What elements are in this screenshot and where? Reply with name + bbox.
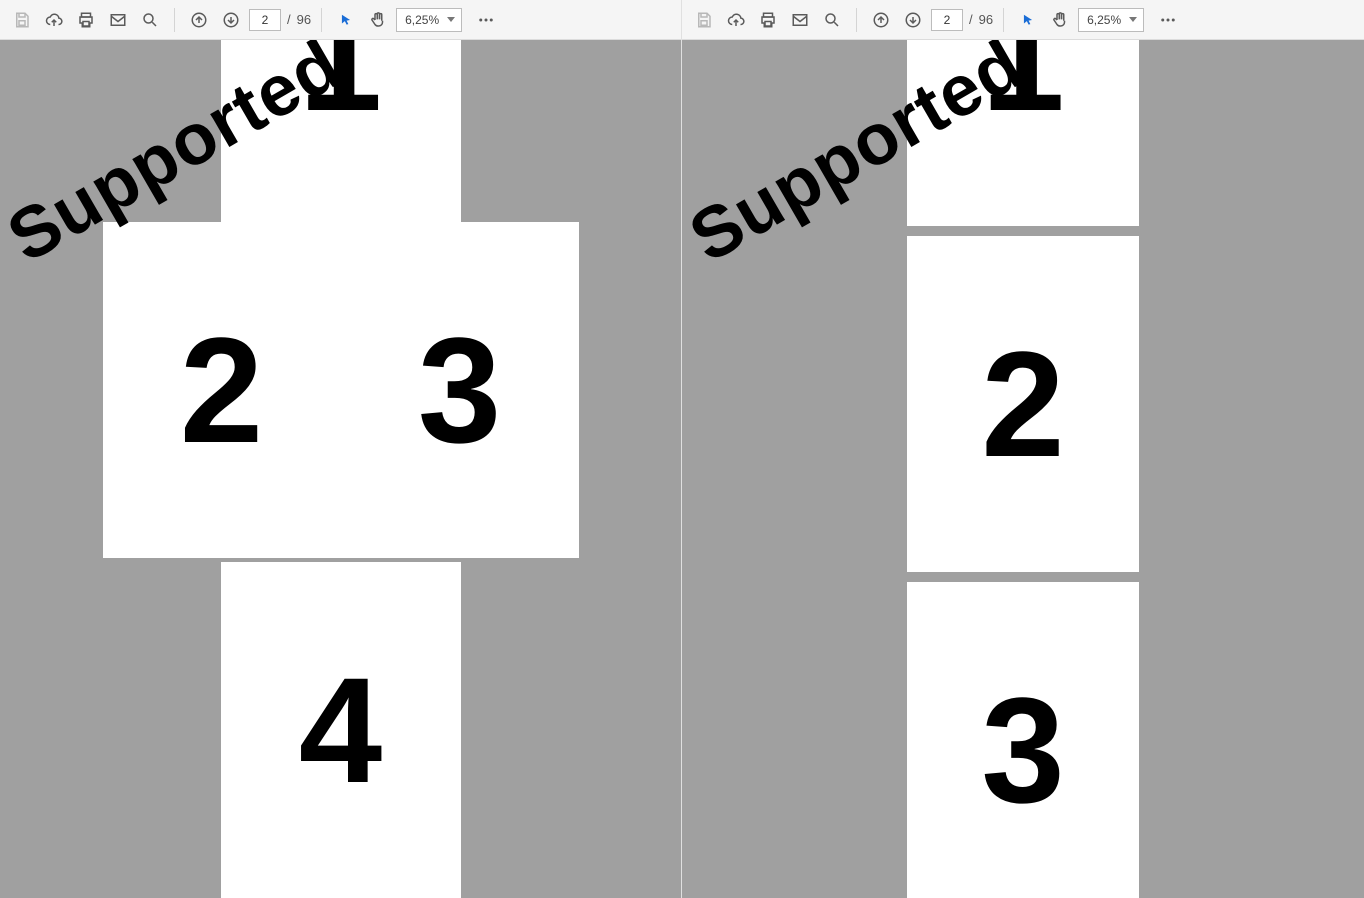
arrow-up-icon bbox=[872, 11, 890, 29]
cursor-icon bbox=[1021, 13, 1035, 27]
upload-button[interactable] bbox=[40, 6, 68, 34]
arrow-down-icon bbox=[904, 11, 922, 29]
toolbar-separator bbox=[174, 8, 175, 32]
page-thumbnail-spread: 2 3 bbox=[103, 222, 579, 558]
ellipsis-icon bbox=[1159, 11, 1177, 29]
page-content: 3 bbox=[418, 315, 501, 465]
save-icon bbox=[13, 11, 31, 29]
search-icon bbox=[141, 11, 159, 29]
page-input[interactable] bbox=[931, 9, 963, 31]
zoom-dropdown[interactable]: 6,25% bbox=[1078, 8, 1144, 32]
split-container: / 96 6,25% 1 bbox=[0, 0, 1364, 898]
print-icon bbox=[759, 11, 777, 29]
page-content: 2 bbox=[981, 329, 1064, 479]
cursor-icon bbox=[339, 13, 353, 27]
pages-stack: 1 2 3 4 bbox=[0, 40, 681, 898]
cloud-upload-icon bbox=[45, 11, 63, 29]
page-thumbnail: 3 bbox=[907, 582, 1139, 898]
page-separator: / bbox=[287, 12, 291, 27]
document-canvas[interactable]: 1 2 3 Supported bbox=[682, 40, 1364, 898]
save-button bbox=[8, 6, 36, 34]
mail-icon bbox=[109, 11, 127, 29]
toolbar-separator bbox=[1003, 8, 1004, 32]
page-thumbnail: 1 bbox=[221, 40, 461, 226]
page-total: 96 bbox=[979, 12, 993, 27]
page-thumbnail: 2 bbox=[907, 236, 1139, 572]
zoom-value: 6,25% bbox=[405, 13, 439, 27]
toolbar-separator bbox=[321, 8, 322, 32]
print-icon bbox=[77, 11, 95, 29]
hand-tool-button[interactable] bbox=[364, 6, 392, 34]
arrow-down-icon bbox=[222, 11, 240, 29]
print-button[interactable] bbox=[72, 6, 100, 34]
hand-icon bbox=[369, 11, 387, 29]
search-button[interactable] bbox=[136, 6, 164, 34]
toolbar-separator bbox=[856, 8, 857, 32]
print-button[interactable] bbox=[754, 6, 782, 34]
more-menu-button[interactable] bbox=[1154, 6, 1182, 34]
more-menu-button[interactable] bbox=[472, 6, 500, 34]
select-tool-button[interactable] bbox=[332, 6, 360, 34]
page-content: 1 bbox=[299, 40, 382, 133]
chevron-down-icon bbox=[447, 17, 455, 22]
save-button bbox=[690, 6, 718, 34]
email-button[interactable] bbox=[786, 6, 814, 34]
search-icon bbox=[823, 11, 841, 29]
page-content: 3 bbox=[981, 675, 1064, 825]
page-content: 4 bbox=[299, 655, 382, 805]
select-tool-button[interactable] bbox=[1014, 6, 1042, 34]
arrow-up-icon bbox=[190, 11, 208, 29]
email-button[interactable] bbox=[104, 6, 132, 34]
ellipsis-icon bbox=[477, 11, 495, 29]
search-button[interactable] bbox=[818, 6, 846, 34]
page-content: 2 bbox=[180, 315, 263, 465]
next-page-button[interactable] bbox=[899, 6, 927, 34]
zoom-value: 6,25% bbox=[1087, 13, 1121, 27]
next-page-button[interactable] bbox=[217, 6, 245, 34]
toolbar: / 96 6,25% bbox=[682, 0, 1364, 40]
page-thumbnail: 1 bbox=[907, 40, 1139, 226]
upload-button[interactable] bbox=[722, 6, 750, 34]
page-indicator: / 96 bbox=[249, 9, 311, 31]
page-input[interactable] bbox=[249, 9, 281, 31]
page-separator: / bbox=[969, 12, 973, 27]
chevron-down-icon bbox=[1129, 17, 1137, 22]
prev-page-button[interactable] bbox=[867, 6, 895, 34]
page-content: 1 bbox=[981, 40, 1064, 133]
left-pane: / 96 6,25% 1 bbox=[0, 0, 682, 898]
right-pane: / 96 6,25% 1 bbox=[682, 0, 1364, 898]
document-canvas[interactable]: 1 2 3 4 Supported bbox=[0, 40, 681, 898]
mail-icon bbox=[791, 11, 809, 29]
hand-tool-button[interactable] bbox=[1046, 6, 1074, 34]
page-total: 96 bbox=[297, 12, 311, 27]
toolbar: / 96 6,25% bbox=[0, 0, 681, 40]
prev-page-button[interactable] bbox=[185, 6, 213, 34]
cloud-upload-icon bbox=[727, 11, 745, 29]
zoom-dropdown[interactable]: 6,25% bbox=[396, 8, 462, 32]
save-icon bbox=[695, 11, 713, 29]
page-indicator: / 96 bbox=[931, 9, 993, 31]
hand-icon bbox=[1051, 11, 1069, 29]
pages-stack: 1 2 3 bbox=[682, 40, 1364, 898]
page-thumbnail: 4 bbox=[221, 562, 461, 898]
